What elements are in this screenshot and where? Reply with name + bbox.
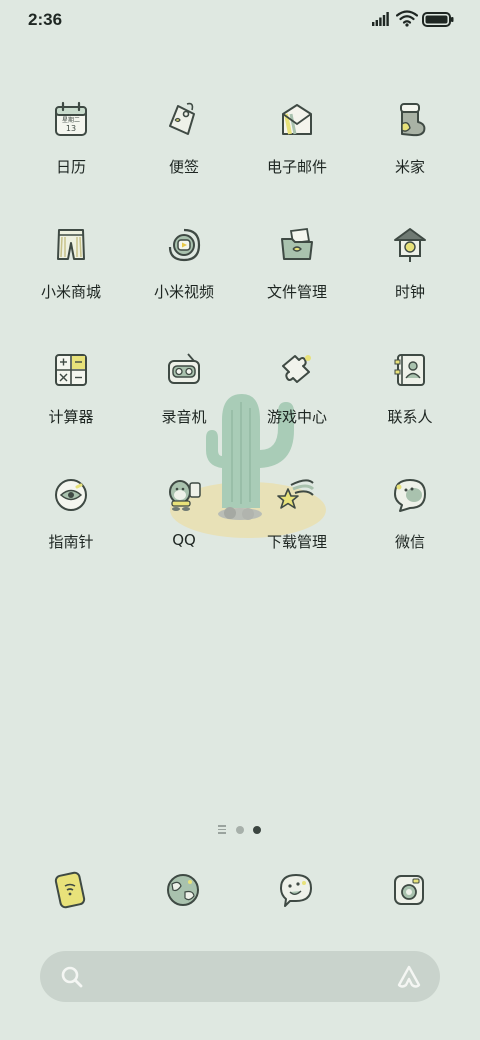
- page-list-icon[interactable]: [218, 825, 226, 834]
- camera-icon[interactable]: [389, 870, 429, 910]
- page-dot-2-active[interactable]: [253, 826, 261, 834]
- app-label: 日历: [55, 158, 86, 176]
- app-calculator[interactable]: 计算器: [16, 350, 126, 450]
- page-indicator[interactable]: [218, 824, 268, 836]
- app-compass[interactable]: 指南针: [16, 475, 126, 575]
- clock-birdhouse-icon: [394, 228, 426, 262]
- calculator-icon: [55, 354, 87, 386]
- app-label: 联系人: [387, 408, 433, 426]
- folder-icon: [281, 227, 313, 260]
- app-wechat[interactable]: 微信: [355, 475, 465, 575]
- app-label: 文件管理: [266, 283, 327, 301]
- email-icon: [282, 104, 312, 135]
- app-mi-store[interactable]: 小米商城: [16, 225, 126, 325]
- page-dot-1[interactable]: [236, 826, 244, 834]
- app-recorder[interactable]: 录音机: [129, 350, 239, 450]
- app-email[interactable]: 电子邮件: [242, 100, 352, 200]
- app-mijia[interactable]: 米家: [355, 100, 465, 200]
- app-label: 游戏中心: [266, 408, 327, 426]
- messages-icon[interactable]: [276, 870, 316, 910]
- status-bar: 2:36: [0, 0, 480, 40]
- app-game-center[interactable]: 游戏中心: [242, 350, 352, 450]
- app-label: 微信: [394, 533, 425, 551]
- wechat-icon: [394, 479, 426, 512]
- recorder-icon: [168, 353, 200, 384]
- app-label: 录音机: [161, 408, 207, 426]
- app-file-manager[interactable]: 文件管理: [242, 225, 352, 325]
- app-download-manager[interactable]: 下载管理: [242, 475, 352, 575]
- app-label: 小米视频: [153, 283, 214, 301]
- browser-globe-icon[interactable]: [163, 870, 203, 910]
- calendar-date-text: 13: [66, 124, 76, 133]
- app-label: 时钟: [394, 283, 425, 301]
- phone-icon[interactable]: [50, 870, 90, 910]
- qq-icon: [169, 480, 201, 511]
- puzzle-icon: [282, 355, 311, 383]
- app-label: 小米商城: [40, 283, 101, 301]
- app-qq[interactable]: QQ: [129, 475, 239, 575]
- app-calendar[interactable]: 星期二 13 日历: [16, 100, 126, 200]
- app-notes[interactable]: 便签: [129, 100, 239, 200]
- cellular-signal-icon: [372, 12, 389, 26]
- shorts-store-icon: [57, 229, 85, 260]
- notes-tag-icon: [169, 102, 195, 135]
- app-label: 米家: [394, 158, 425, 176]
- download-star-icon: [277, 479, 315, 509]
- calendar-icon: 星期二 13: [55, 101, 87, 136]
- app-label: 电子邮件: [266, 158, 327, 176]
- app-label: 计算器: [48, 408, 94, 426]
- calendar-weekday-text: 星期二: [62, 116, 80, 124]
- status-time: 2:36: [28, 10, 63, 29]
- wifi-icon: [396, 10, 418, 27]
- app-label: QQ: [172, 531, 196, 549]
- contacts-icon: [394, 354, 425, 386]
- app-mi-video[interactable]: 小米视频: [129, 225, 239, 325]
- app-clock[interactable]: 时钟: [355, 225, 465, 325]
- compass-icon: [55, 479, 87, 511]
- app-contacts[interactable]: 联系人: [355, 350, 465, 450]
- battery-icon: [422, 12, 454, 27]
- app-label: 便签: [168, 158, 199, 176]
- search-icon[interactable]: [60, 965, 84, 989]
- app-label: 下载管理: [266, 533, 327, 551]
- mijia-sock-icon: [400, 103, 426, 137]
- video-icon: [168, 228, 201, 262]
- search-bar[interactable]: [40, 951, 440, 1002]
- app-label: 指南针: [48, 533, 94, 551]
- assistant-icon[interactable]: [396, 964, 422, 990]
